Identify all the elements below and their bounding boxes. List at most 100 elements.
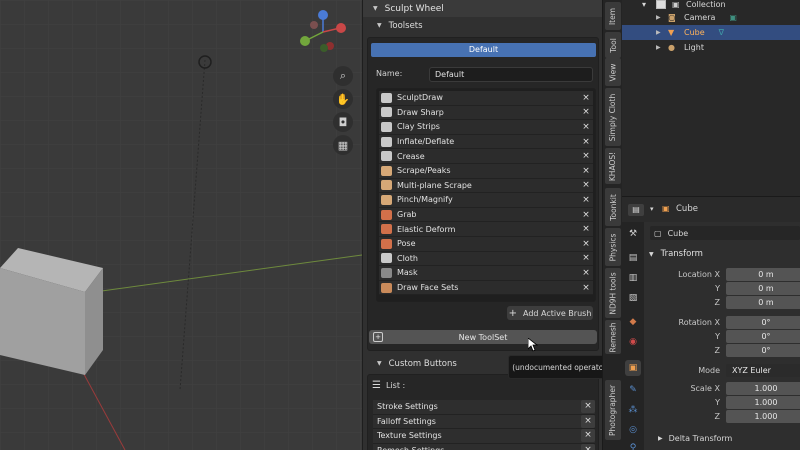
tab-nd9h-tools[interactable]: ND9H tools	[605, 268, 621, 318]
tab-toonkit[interactable]: Toonkit	[605, 188, 621, 226]
scale-y-field[interactable]: 1.000	[726, 396, 800, 409]
view-layer-tab-icon[interactable]: ▧	[625, 290, 641, 306]
remove-brush-icon[interactable]: ×	[579, 210, 593, 220]
tool-tab-icon[interactable]: ⚒	[625, 226, 641, 242]
brush-name: Multi-plane Scrape	[397, 180, 472, 190]
remove-brush-icon[interactable]: ×	[579, 107, 593, 117]
tab-remesh[interactable]: Remesh	[605, 320, 621, 354]
remove-brush-icon[interactable]: ×	[579, 137, 593, 147]
remove-custom-button-icon[interactable]: ×	[581, 414, 595, 428]
custom-button-row[interactable]: Stroke Settings ×	[373, 400, 595, 415]
custom-button-row[interactable]: Texture Settings ×	[373, 429, 595, 444]
scene-tab-icon[interactable]: ◆	[625, 314, 641, 330]
constraints-tab-icon[interactable]: ⚲	[625, 440, 641, 450]
remove-brush-icon[interactable]: ×	[579, 253, 593, 263]
brush-row[interactable]: Draw Face Sets ×	[379, 280, 593, 296]
rotation-x-field[interactable]: 0°	[726, 316, 800, 329]
grid-perspective-icon[interactable]: ▦	[333, 135, 353, 155]
outliner-item-light[interactable]: ▶ ● Light	[622, 40, 800, 55]
remove-brush-icon[interactable]: ×	[579, 283, 593, 293]
location-x-field[interactable]: 0 m	[726, 268, 800, 281]
tab-khaos-[interactable]: KHAOS!	[605, 148, 621, 184]
rotation-z-field[interactable]: 0°	[726, 344, 800, 357]
remove-brush-icon[interactable]: ×	[579, 195, 593, 205]
render-tab-icon[interactable]: ▤	[625, 250, 641, 266]
add-active-brush-button[interactable]: + Add Active Brush	[507, 306, 593, 320]
new-toolset-button[interactable]: + New ToolSet	[369, 330, 597, 344]
brush-icon	[381, 224, 392, 235]
mesh-data-icon[interactable]: ∇	[719, 28, 724, 37]
tab-photographer[interactable]: Photographer	[605, 380, 621, 440]
tab-physics[interactable]: Physics	[605, 228, 621, 266]
active-toolset-button[interactable]: Default	[371, 43, 596, 57]
tab-item[interactable]: Item	[605, 2, 621, 30]
remove-brush-icon[interactable]: ×	[579, 268, 593, 278]
transform-panel-header[interactable]: ▼ Transform	[644, 246, 800, 262]
brush-row[interactable]: Scrape/Peaks ×	[379, 163, 593, 179]
expand-arrow-icon[interactable]: ▾	[642, 0, 652, 9]
remove-custom-button-icon[interactable]: ×	[581, 443, 595, 450]
editor-type-icon[interactable]: ▤	[628, 204, 644, 216]
remove-custom-button-icon[interactable]: ×	[581, 400, 595, 414]
filter-dropdown-icon[interactable]: ▾	[650, 205, 654, 213]
custom-button-row[interactable]: Remesh Settings×	[373, 443, 595, 450]
object-name-field[interactable]: ▢ Cube	[650, 226, 800, 240]
remove-brush-icon[interactable]: ×	[579, 151, 593, 161]
custom-buttons-subpanel-header[interactable]: ▼ Custom Buttons	[363, 355, 508, 372]
expand-arrow-icon[interactable]: ▶	[656, 29, 664, 36]
brush-row[interactable]: SculptDraw ×	[379, 91, 593, 106]
delta-transform-header[interactable]: ▶ Delta Transform	[658, 434, 732, 443]
object-tab-icon[interactable]: ▣	[625, 360, 641, 376]
scale-x-field[interactable]: 1.000	[726, 382, 800, 395]
zoom-icon[interactable]: ⌕	[333, 66, 353, 86]
outliner-item-cube[interactable]: ▶ ▼ Cube ∇	[622, 25, 800, 40]
brush-row[interactable]: Inflate/Deflate ×	[379, 134, 593, 150]
remove-brush-icon[interactable]: ×	[579, 122, 593, 132]
rotation-y-field[interactable]: 0°	[726, 330, 800, 343]
hand-pan-icon[interactable]: ✋	[333, 89, 353, 109]
remove-brush-icon[interactable]: ×	[579, 93, 593, 103]
brush-row[interactable]: Grab ×	[379, 207, 593, 223]
brush-row[interactable]: Pose ×	[379, 236, 593, 252]
tab-view[interactable]: View	[605, 58, 621, 86]
brush-row[interactable]: Mask ×	[379, 266, 593, 281]
brush-row[interactable]: Draw Sharp ×	[379, 105, 593, 121]
tab-label: Item	[608, 7, 618, 25]
location-y-field[interactable]: 0 m	[726, 282, 800, 295]
brush-row[interactable]: Elastic Deform ×	[379, 222, 593, 237]
remove-brush-icon[interactable]: ×	[579, 180, 593, 190]
sculpt-wheel-panel-header[interactable]: ▼ Sculpt Wheel	[363, 0, 603, 17]
expand-arrow-icon[interactable]: ▶	[656, 44, 664, 51]
mode-label: Mode	[698, 366, 720, 375]
3d-viewport[interactable]: ⌕ ✋ ◘ ▦	[0, 0, 362, 450]
remove-brush-icon[interactable]: ×	[579, 239, 593, 249]
checkbox-icon[interactable]	[656, 0, 666, 9]
physics-tab-icon[interactable]: ◎	[625, 422, 641, 438]
remove-custom-button-icon[interactable]: ×	[581, 429, 595, 443]
location-z-field[interactable]: 0 m	[726, 296, 800, 309]
rotation-mode-dropdown[interactable]: XYZ Euler	[726, 364, 800, 377]
brush-icon	[381, 180, 392, 191]
toolset-name-input[interactable]: Default	[429, 67, 593, 82]
remove-brush-icon[interactable]: ×	[579, 166, 593, 176]
remove-brush-icon[interactable]: ×	[579, 224, 593, 234]
camera-data-icon[interactable]: ▣	[729, 13, 737, 22]
output-tab-icon[interactable]: ▥	[625, 270, 641, 286]
toolsets-subpanel-header[interactable]: ▼ Toolsets	[363, 17, 603, 34]
brush-row[interactable]: Clay Strips ×	[379, 120, 593, 135]
brush-row[interactable]: Crease ×	[379, 149, 593, 164]
scale-z-field[interactable]: 1.000	[726, 410, 800, 423]
world-tab-icon[interactable]: ◉	[625, 334, 641, 350]
brush-row[interactable]: Cloth ×	[379, 251, 593, 267]
expand-arrow-icon[interactable]: ▶	[656, 14, 664, 21]
modifier-tab-icon[interactable]: ✎	[625, 382, 641, 398]
brush-name: Elastic Deform	[397, 224, 456, 234]
brush-row[interactable]: Pinch/Magnify ×	[379, 193, 593, 208]
tab-tool[interactable]: Tool	[605, 32, 621, 58]
tab-simply-cloth[interactable]: Simply Cloth	[605, 88, 621, 146]
camera-view-icon[interactable]: ◘	[333, 112, 353, 132]
custom-button-row[interactable]: Falloff Settings ×	[373, 414, 595, 429]
particles-tab-icon[interactable]: ⁂	[625, 402, 641, 418]
outliner-item-camera[interactable]: ▶ ◙ Camera ▣	[622, 10, 800, 25]
brush-row[interactable]: Multi-plane Scrape ×	[379, 178, 593, 194]
